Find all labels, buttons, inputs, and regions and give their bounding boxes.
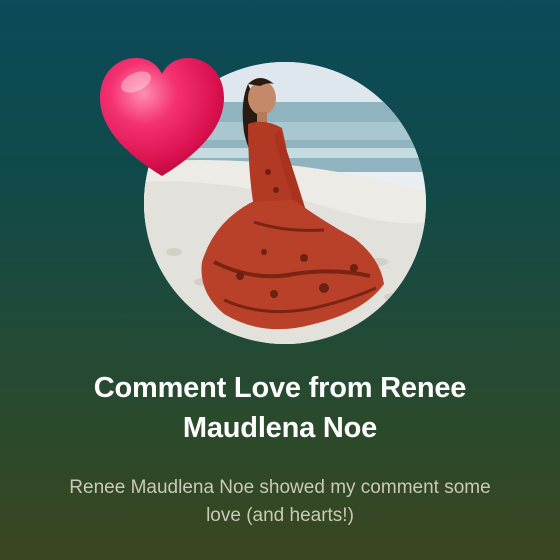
comment-love-card[interactable]: Comment Love from Renee Maudlena Noe Ren… — [0, 0, 560, 560]
heart-icon — [96, 54, 228, 180]
card-subtitle: Renee Maudlena Noe showed my comment som… — [69, 477, 491, 526]
page-title: Comment Love from Renee Maudlena Noe — [93, 372, 467, 444]
